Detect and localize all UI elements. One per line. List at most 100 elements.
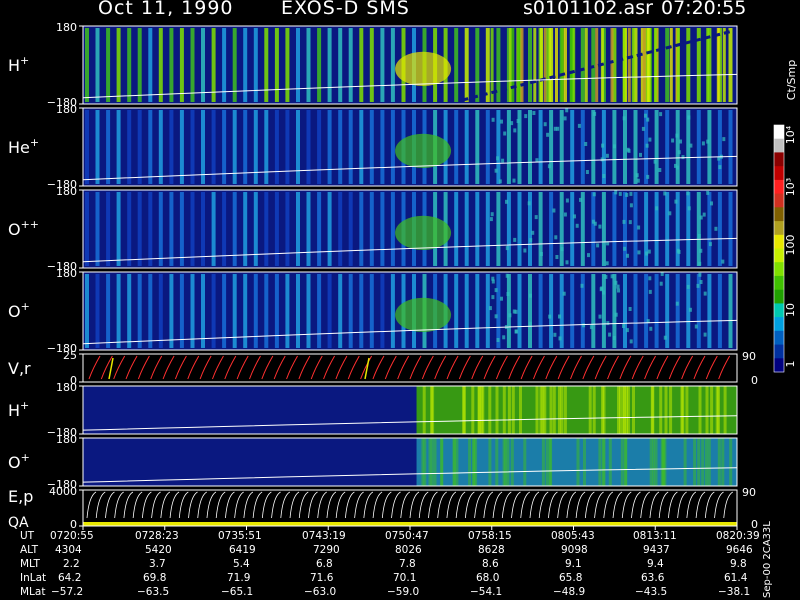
spectrum-stripe <box>179 28 184 102</box>
noise-pixel <box>668 211 672 216</box>
spectrum-stripe <box>620 438 624 486</box>
spectrum-stripe <box>549 192 554 266</box>
spectrum-stripe <box>535 386 539 434</box>
spectrum-stripe <box>116 28 121 102</box>
noise-pixel <box>714 226 718 231</box>
spectrum-stripe <box>158 28 163 102</box>
spectrum-stripe <box>716 28 720 102</box>
spectrum-stripe <box>369 192 374 266</box>
spectrum-stripe <box>274 274 279 348</box>
spectrum-stripe <box>488 386 492 434</box>
noise-pixel <box>625 192 629 197</box>
spectrum-stripe <box>707 438 711 486</box>
panel-label: H+ <box>8 54 29 75</box>
spectrum-stripe <box>618 386 622 434</box>
spectrum-stripe <box>644 274 649 348</box>
spectrum-stripe <box>440 438 444 486</box>
noise-pixel <box>553 332 557 337</box>
colorbar-swatch <box>774 193 784 208</box>
spectrum-stripe <box>528 274 532 348</box>
spectrum-stripe <box>576 438 580 486</box>
panel-label: He+ <box>8 136 39 157</box>
noise-pixel <box>596 243 600 248</box>
spectrum-stripe <box>338 274 343 348</box>
spectrum-stripe <box>421 438 425 486</box>
panel-label: H+ <box>8 399 29 420</box>
spectrum-stripe <box>602 386 606 434</box>
spectrum-stripe <box>211 192 216 266</box>
y2-tick-label: 90 <box>742 486 756 499</box>
spectrum-stripe <box>137 110 142 184</box>
noise-pixel <box>496 338 500 342</box>
spectrum-stripe <box>665 192 670 266</box>
info-cell: −65.1 <box>221 586 254 598</box>
noise-pixel <box>494 288 498 293</box>
colorbar-swatch <box>774 138 784 153</box>
info-cell: 8.6 <box>482 558 499 570</box>
spectrum-stripe <box>592 386 596 434</box>
spectrum-stripe <box>95 274 100 348</box>
noise-pixel <box>622 116 626 121</box>
spectrum-stripe <box>348 28 353 102</box>
noise-pixel <box>687 115 691 120</box>
spectrum-stripe <box>179 192 184 266</box>
spectrum-stripe <box>511 386 515 434</box>
noise-pixel <box>706 139 710 144</box>
spectrum-stripe <box>222 28 227 102</box>
spectrum-stripe <box>127 274 132 348</box>
spectrum-stripe <box>264 28 269 102</box>
spectrogram-figure: 180−180H+180−180He+180−180O++180−180O+25… <box>8 21 798 531</box>
spectrum-stripe <box>454 28 459 102</box>
noise-pixel <box>610 274 614 279</box>
info-cell: 9.1 <box>565 558 582 570</box>
spectrum-stripe <box>539 386 543 434</box>
spectrum-stripe <box>475 192 480 266</box>
spectrum-stripe <box>222 110 227 184</box>
info-cell: 3.7 <box>149 558 166 570</box>
noise-pixel <box>565 260 569 265</box>
spectrum-stripe <box>471 386 475 434</box>
info-row-mlat: MLat −57.2 −63.5 −65.1 −63.0 −59.0 −54.1… <box>0 586 800 600</box>
spectrum-stripe <box>201 110 205 184</box>
noise-pixel <box>508 313 512 318</box>
spectrum-stripe <box>348 110 353 184</box>
noise-pixel <box>531 230 535 235</box>
spectrum-stripe <box>559 192 564 266</box>
spectrum-stripe <box>317 192 322 266</box>
noise-pixel <box>513 237 517 242</box>
noise-pixel <box>552 208 556 213</box>
noise-pixel <box>565 108 569 113</box>
panel-label: V,r <box>8 359 31 378</box>
spectrum-stripe <box>633 110 638 184</box>
noise-pixel <box>528 321 532 326</box>
spectrum-stripe <box>338 28 343 102</box>
colorbar-swatch <box>774 248 784 263</box>
spectrum-stripe <box>591 192 596 266</box>
noise-pixel <box>589 325 593 330</box>
info-cell: −38.1 <box>718 586 751 598</box>
colorbar-swatch <box>774 303 784 318</box>
spectrum-stripe <box>454 110 459 184</box>
spectrum-stripe <box>201 28 205 102</box>
spectrum-stripe <box>264 192 269 266</box>
spectrum-stripe <box>721 438 725 486</box>
spectrum-stripe <box>601 192 606 266</box>
colorbar-swatch <box>774 358 784 373</box>
spectrum-stripe <box>359 28 364 102</box>
noise-pixel <box>617 288 620 293</box>
spectrum-stripe <box>433 438 437 486</box>
noise-pixel <box>575 223 579 228</box>
spectrum-stripe <box>633 192 638 266</box>
noise-pixel <box>653 159 657 164</box>
colorbar-swatch <box>774 166 784 181</box>
flux-blob <box>395 215 452 251</box>
spectrum-stripe <box>201 192 205 266</box>
spectrum-stripe <box>580 192 585 266</box>
info-cell: 7290 <box>313 544 340 556</box>
noise-pixel <box>529 238 533 243</box>
info-label-mlat: MLat <box>20 586 46 598</box>
spectrum-stripe <box>201 274 205 348</box>
noise-pixel <box>524 114 528 119</box>
noise-pixel <box>539 252 543 256</box>
spectrum-stripe <box>663 438 667 486</box>
